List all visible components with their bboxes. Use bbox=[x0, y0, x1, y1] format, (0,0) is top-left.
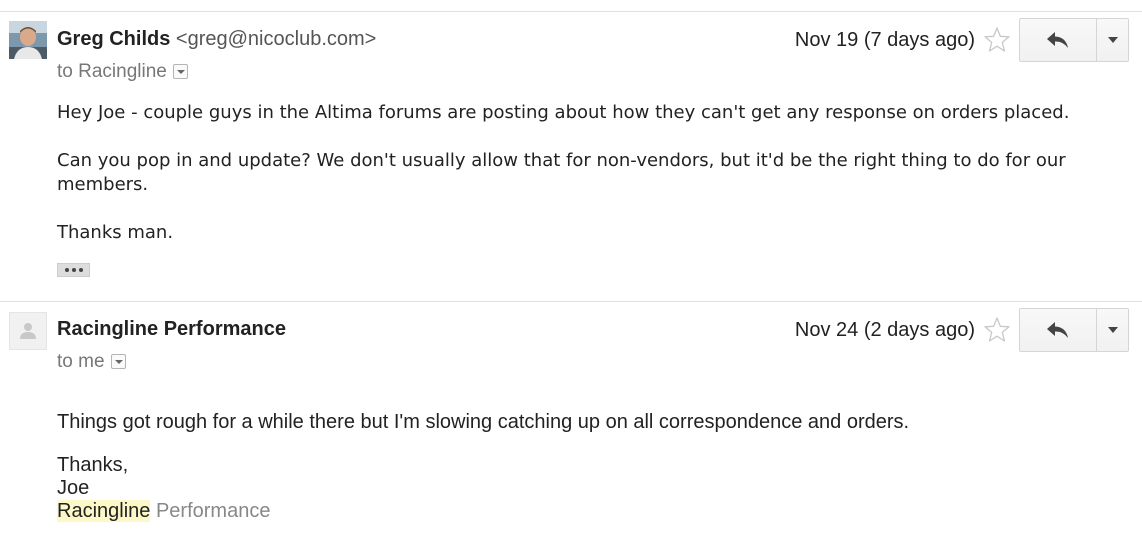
recipient-line: to me bbox=[57, 351, 126, 373]
signature-company: Racingline Performance bbox=[57, 500, 270, 523]
default-avatar-icon bbox=[20, 323, 36, 339]
more-actions-button[interactable] bbox=[1097, 19, 1128, 61]
user-photo-icon bbox=[9, 21, 47, 59]
reply-button-group bbox=[1019, 18, 1129, 62]
sender-name[interactable]: Racingline Performance bbox=[57, 318, 286, 340]
reply-button[interactable] bbox=[1020, 309, 1097, 351]
message-date[interactable]: Nov 24 (2 days ago) bbox=[795, 319, 975, 342]
ellipsis-icon bbox=[64, 268, 69, 272]
chevron-down-icon bbox=[1107, 37, 1118, 43]
signature-company-rest: Performance bbox=[155, 500, 271, 522]
reply-button-group bbox=[1019, 308, 1129, 352]
show-details-toggle[interactable] bbox=[110, 354, 126, 369]
divider bbox=[0, 11, 1142, 12]
sender-name[interactable]: Greg Childs bbox=[57, 28, 170, 50]
body-paragraph: Things got rough for a while there but I… bbox=[57, 411, 910, 433]
body-paragraph: Can you pop in and update? We don't usua… bbox=[57, 150, 1066, 195]
sender-avatar bbox=[9, 21, 47, 59]
reply-icon bbox=[1047, 32, 1068, 48]
body-paragraph: Hey Joe - couple guys in the Altima foru… bbox=[57, 102, 1070, 123]
sender-line: Racingline Performance bbox=[57, 318, 286, 341]
sender-line: Greg Childs <greg@nicoclub.com> bbox=[57, 28, 376, 51]
signature-company-highlight: Racingline bbox=[57, 500, 151, 522]
signature-name: Joe bbox=[57, 477, 90, 499]
signature-thanks: Thanks, bbox=[57, 454, 129, 476]
reply-button[interactable] bbox=[1020, 19, 1097, 61]
divider bbox=[0, 301, 1142, 302]
sender-avatar bbox=[9, 312, 47, 350]
recipient-line: to Racingline bbox=[57, 61, 188, 83]
star-icon[interactable] bbox=[983, 26, 1011, 54]
email-thread: Greg Childs <greg@nicoclub.com> to Racin… bbox=[0, 0, 1142, 535]
sender-email: <greg@nicoclub.com> bbox=[175, 28, 377, 50]
recipient-text: to me bbox=[57, 351, 105, 372]
more-actions-button[interactable] bbox=[1097, 309, 1128, 351]
show-trimmed-content-button[interactable] bbox=[57, 263, 90, 277]
reply-icon bbox=[1047, 322, 1068, 338]
star-icon[interactable] bbox=[983, 316, 1011, 344]
chevron-down-icon bbox=[1107, 327, 1118, 333]
message-date[interactable]: Nov 19 (7 days ago) bbox=[795, 29, 975, 52]
message-body: Hey Joe - couple guys in the Altima foru… bbox=[57, 101, 1097, 245]
recipient-text: to Racingline bbox=[57, 61, 167, 82]
body-paragraph: Thanks man. bbox=[57, 222, 174, 243]
show-details-toggle[interactable] bbox=[172, 64, 188, 79]
